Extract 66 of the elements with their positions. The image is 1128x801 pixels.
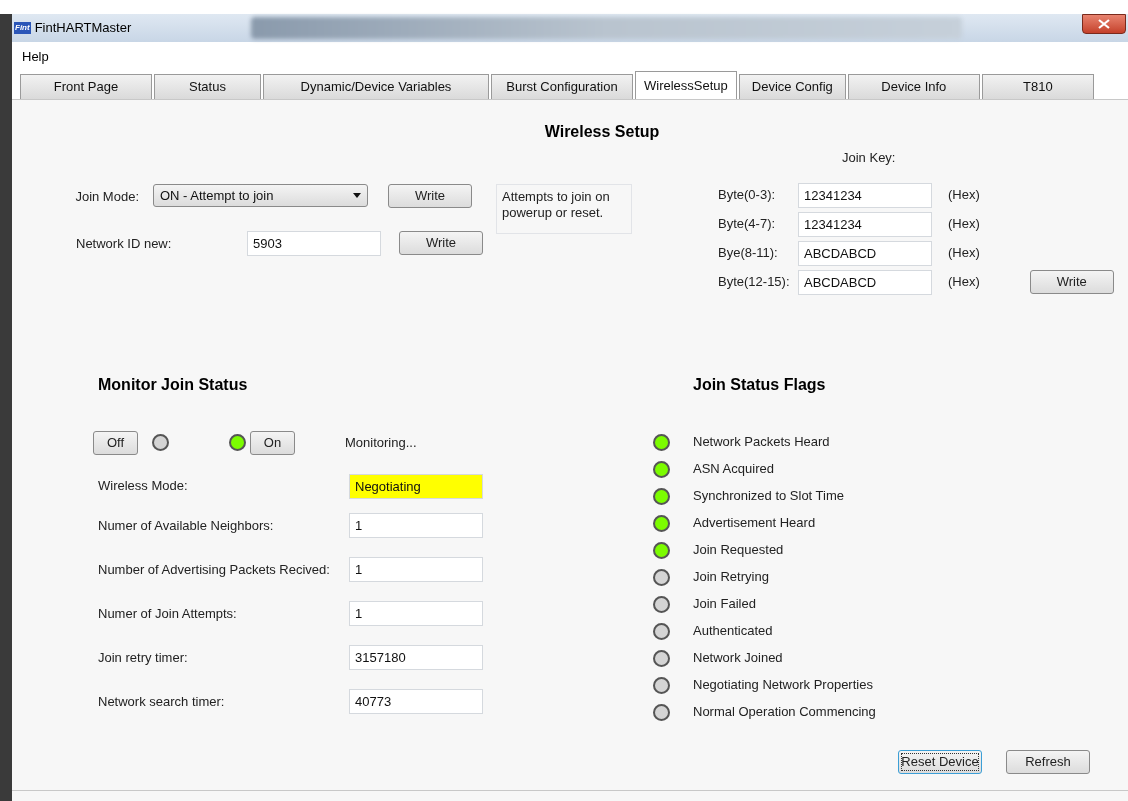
- on-button[interactable]: On: [250, 430, 295, 455]
- flag-label: Advertisement Heard: [693, 514, 816, 533]
- flag-label: Join Requested: [693, 541, 784, 560]
- field-label: Join Mode:: [74, 188, 140, 206]
- field-label: Network search timer:: [98, 692, 226, 711]
- join-mode-dropdown[interactable]: ON - Attempt to join: [153, 184, 368, 207]
- tab[interactable]: Device Config: [738, 74, 846, 99]
- dropdown-arrow-icon: [353, 193, 361, 198]
- field-label: Bye(8-11):: [718, 244, 779, 263]
- field-label: Network ID new:: [75, 235, 173, 253]
- flag-label: Network Joined: [693, 649, 783, 668]
- flag-label: Network Packets Heard: [693, 433, 830, 452]
- tab[interactable]: Device Info: [847, 74, 980, 99]
- value-field[interactable]: 1: [349, 513, 483, 538]
- flag-label: Join Failed: [693, 595, 756, 614]
- section-heading: Join Status Flags: [693, 374, 827, 395]
- menu-item[interactable]: Help: [22, 47, 49, 67]
- value-field[interactable]: Negotiating: [349, 473, 483, 499]
- monitoring-status: Monitoring...: [345, 433, 417, 452]
- value-field[interactable]: 1: [349, 557, 483, 582]
- tab[interactable]: WirelessSetup: [635, 71, 737, 99]
- field-label: Byte(12-15):: [718, 273, 791, 292]
- tab[interactable]: Front Page: [20, 74, 152, 99]
- close-button[interactable]: [1082, 14, 1126, 34]
- close-icon: [1098, 19, 1110, 29]
- field-label: Join retry timer:: [98, 648, 189, 667]
- write-button[interactable]: Write: [1029, 270, 1114, 294]
- field-label: Wireless Mode:: [98, 477, 189, 496]
- network-id-field[interactable]: 5903: [247, 231, 381, 256]
- flag-label: Synchronized to Slot Time: [693, 487, 845, 506]
- help-text: Attempts to join on powerup or reset.: [496, 184, 632, 234]
- flag-label: Authenticated: [693, 622, 773, 641]
- value-field[interactable]: 3157180: [349, 645, 483, 670]
- tab[interactable]: Dynamic/Device Variables: [263, 74, 489, 99]
- unit-label: (Hex): [948, 215, 980, 234]
- unit-label: (Hex): [948, 244, 980, 263]
- window-title: FintHARTMaster: [34, 19, 132, 38]
- flag-label: Join Retrying: [693, 568, 769, 587]
- flag-label: Normal Operation Commencing: [693, 703, 876, 722]
- tab[interactable]: Burst Configuration: [491, 74, 633, 99]
- field-label: Numer of Join Attempts:: [98, 604, 238, 623]
- flag-label: ASN Acquired: [693, 460, 774, 479]
- field-label: Byte(0-3):: [718, 186, 777, 205]
- value-field[interactable]: 1: [349, 601, 483, 626]
- tab[interactable]: T810: [981, 74, 1094, 99]
- section-heading: Wireless Setup: [544, 122, 660, 142]
- value-field[interactable]: 40773: [349, 689, 483, 714]
- write-button[interactable]: Write: [388, 184, 472, 208]
- join-key-label: Join Key:: [842, 149, 897, 167]
- write-button[interactable]: Write: [399, 231, 483, 255]
- app-logo: Fint: [14, 22, 31, 34]
- field-label: Numer of Available Neighbors:: [98, 516, 275, 535]
- tab[interactable]: Status: [154, 74, 261, 99]
- join-key-field[interactable]: 12341234: [798, 211, 932, 237]
- join-key-field[interactable]: ABCDABCD: [798, 240, 932, 266]
- unit-label: (Hex): [948, 273, 980, 292]
- unit-label: (Hex): [948, 186, 980, 205]
- off-button[interactable]: Off: [93, 430, 138, 455]
- field-label: Byte(4-7):: [718, 215, 777, 234]
- flag-label: Negotiating Network Properties: [693, 676, 873, 695]
- section-heading: Monitor Join Status: [98, 374, 249, 395]
- join-key-field[interactable]: 12341234: [798, 182, 932, 208]
- join-key-field[interactable]: ABCDABCD: [798, 269, 932, 295]
- action-button[interactable]: Refresh: [1006, 749, 1090, 774]
- action-button[interactable]: Reset Device: [898, 749, 982, 774]
- field-label: Number of Advertising Packets Recived:: [98, 560, 331, 579]
